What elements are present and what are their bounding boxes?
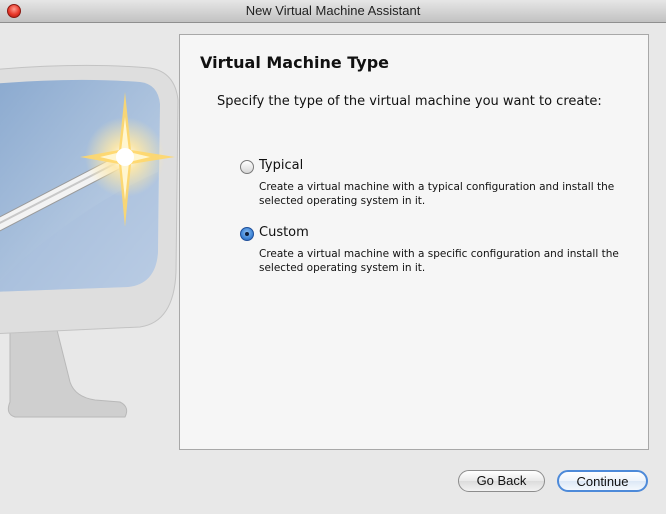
panel-title: Virtual Machine Type: [200, 53, 390, 72]
assistant-window: New Virtual Machine Assistant Virtual Ma…: [0, 0, 666, 514]
option-custom-description: Create a virtual machine with a specific…: [259, 248, 619, 274]
window-title: New Virtual Machine Assistant: [245, 3, 421, 18]
option-typical-label[interactable]: Typical: [259, 158, 303, 173]
radio-custom[interactable]: [240, 227, 254, 241]
option-typical-description: Create a virtual machine with a typical …: [259, 181, 615, 207]
content-panel: Virtual Machine Type Specify the type of…: [179, 34, 649, 450]
continue-button[interactable]: Continue: [557, 470, 648, 492]
radio-selected-dot: [245, 232, 249, 236]
radio-typical[interactable]: [240, 160, 254, 174]
option-custom-label[interactable]: Custom: [259, 225, 309, 240]
go-back-button[interactable]: Go Back: [458, 470, 545, 492]
monitor-magic-wand-illustration: [0, 64, 179, 418]
panel-instruction: Specify the type of the virtual machine …: [217, 94, 602, 109]
title-bar: New Virtual Machine Assistant: [0, 0, 666, 23]
